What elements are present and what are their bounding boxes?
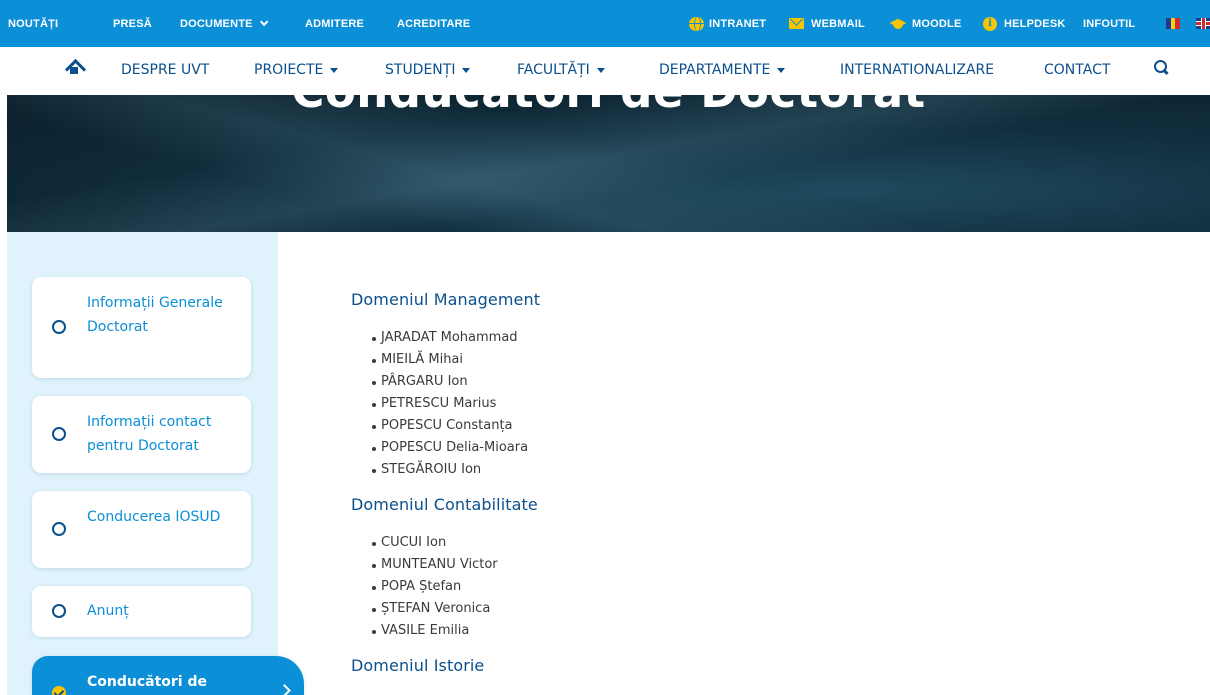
page-title: Conducători de Doctorat bbox=[7, 95, 1210, 118]
sidebar-item-label: Conducători de bbox=[87, 674, 207, 690]
supervisor-list: CUCUI Ion MUNTEANU Victor POPA Ștefan ȘTEFA… bbox=[372, 532, 1171, 642]
top-link-acreditare[interactable]: ACREDITARE bbox=[397, 17, 470, 31]
flag-uk-icon[interactable] bbox=[1196, 18, 1210, 29]
globe-icon bbox=[689, 17, 704, 31]
list-item: POPESCU Delia-Mioara bbox=[372, 437, 1171, 459]
info-icon bbox=[983, 17, 997, 31]
search-icon[interactable] bbox=[1154, 60, 1169, 75]
top-link-documente[interactable]: DOCUMENTE bbox=[180, 17, 269, 31]
check-circle-icon bbox=[52, 686, 66, 695]
top-link-admitere[interactable]: ADMITERE bbox=[305, 17, 364, 31]
list-item: JARADAT Mohammad bbox=[372, 327, 1171, 349]
sidebar-item-label: Conducerea IOSUD bbox=[87, 509, 221, 525]
sidebar-item-anunt[interactable]: Anunț bbox=[32, 586, 251, 637]
list-item: MUNTEANU Victor bbox=[372, 554, 1171, 576]
list-item: MIEILĂ Mihai bbox=[372, 349, 1171, 371]
list-item: STEGĂROIU Ion bbox=[372, 459, 1171, 481]
list-item: PÂRGARU Ion bbox=[372, 371, 1171, 393]
top-bar: NOUTĂȚI PRESĂ DOCUMENTE ADMITERE ACREDIT… bbox=[0, 0, 1210, 47]
sidebar-item-informatii-generale[interactable]: Informații Generale Doctorat bbox=[32, 277, 251, 378]
radio-circle-icon bbox=[52, 522, 66, 536]
supervisor-list: JARADAT Mohammad MIEILĂ Mihai PÂRGARU Ion P… bbox=[372, 327, 1171, 481]
list-item: POPESCU Constanța bbox=[372, 415, 1171, 437]
top-link-documente-label: DOCUMENTE bbox=[180, 18, 253, 30]
domain-heading: Domeniul Management bbox=[351, 290, 541, 309]
graduation-cap-icon bbox=[889, 17, 907, 31]
nav-item-studenti-label: STUDENȚI bbox=[385, 62, 456, 78]
quick-link-helpdesk[interactable]: HELPDESK bbox=[1004, 17, 1066, 31]
quick-link-intranet[interactable]: INTRANET bbox=[709, 17, 766, 31]
sidebar-item-conducatori[interactable]: Conducători de bbox=[32, 656, 304, 695]
radio-circle-icon bbox=[52, 320, 66, 334]
sidebar: Informații Generale Doctorat Informații … bbox=[7, 232, 304, 695]
domain-heading: Domeniul Istorie bbox=[351, 656, 485, 675]
nav-item-despre-uvt[interactable]: DESPRE UVT bbox=[121, 61, 209, 79]
home-icon[interactable] bbox=[66, 60, 82, 74]
list-item: POPA Ștefan bbox=[372, 576, 1171, 598]
radio-circle-icon bbox=[52, 427, 66, 441]
sidebar-item-informatii-contact[interactable]: Informații contact pentru Doctorat bbox=[32, 396, 251, 473]
nav-item-studenti[interactable]: STUDENȚI bbox=[385, 61, 471, 79]
chevron-down-icon bbox=[259, 17, 269, 27]
nav-item-facultati-label: FACULTĂȚI bbox=[517, 62, 590, 78]
quick-link-moodle[interactable]: MOODLE bbox=[912, 17, 961, 31]
list-item: ȘTEFAN Veronica bbox=[372, 598, 1171, 620]
nav-item-proiecte[interactable]: PROIECTE bbox=[254, 61, 339, 79]
list-item: PETRESCU Marius bbox=[372, 393, 1171, 415]
top-link-noutati[interactable]: NOUTĂȚI bbox=[8, 17, 58, 31]
nav-item-contact[interactable]: CONTACT bbox=[1044, 61, 1110, 79]
caret-down-icon bbox=[462, 67, 471, 73]
quick-link-infoutil[interactable]: INFOUTIL bbox=[1083, 17, 1135, 31]
nav-item-departamente-label: DEPARTAMENTE bbox=[659, 62, 771, 78]
nav-item-departamente[interactable]: DEPARTAMENTE bbox=[659, 61, 786, 79]
top-link-presa[interactable]: PRESĂ bbox=[113, 17, 152, 31]
sidebar-item-label: Anunț bbox=[87, 603, 129, 619]
sidebar-item-label: Informații contact pentru Doctorat bbox=[87, 414, 212, 454]
flag-ro-icon[interactable] bbox=[1166, 18, 1181, 29]
nav-item-internationalizare[interactable]: INTERNATIONALIZARE bbox=[840, 61, 994, 79]
domain-heading: Domeniul Contabilitate bbox=[351, 495, 538, 514]
sidebar-item-label: Informații Generale Doctorat bbox=[87, 295, 223, 335]
radio-circle-icon bbox=[52, 604, 66, 618]
caret-down-icon bbox=[330, 67, 339, 73]
caret-down-icon bbox=[777, 67, 786, 73]
caret-down-icon bbox=[596, 67, 605, 73]
main-nav: DESPRE UVT PROIECTE STUDENȚI FACULTĂȚI D… bbox=[0, 47, 1210, 95]
chevron-right-icon bbox=[278, 684, 291, 695]
nav-item-facultati[interactable]: FACULTĂȚI bbox=[517, 61, 605, 79]
list-item: VASILE Emilia bbox=[372, 620, 1171, 642]
quick-link-webmail[interactable]: WEBMAIL bbox=[811, 17, 865, 31]
main-content: Domeniul Management JARADAT Mohammad MIEIL… bbox=[351, 290, 1171, 676]
mail-icon bbox=[789, 18, 804, 29]
hero-banner: Conducători de Doctorat bbox=[7, 95, 1210, 232]
nav-item-proiecte-label: PROIECTE bbox=[254, 62, 324, 78]
list-item: CUCUI Ion bbox=[372, 532, 1171, 554]
sidebar-item-conducerea-iosud[interactable]: Conducerea IOSUD bbox=[32, 491, 251, 568]
